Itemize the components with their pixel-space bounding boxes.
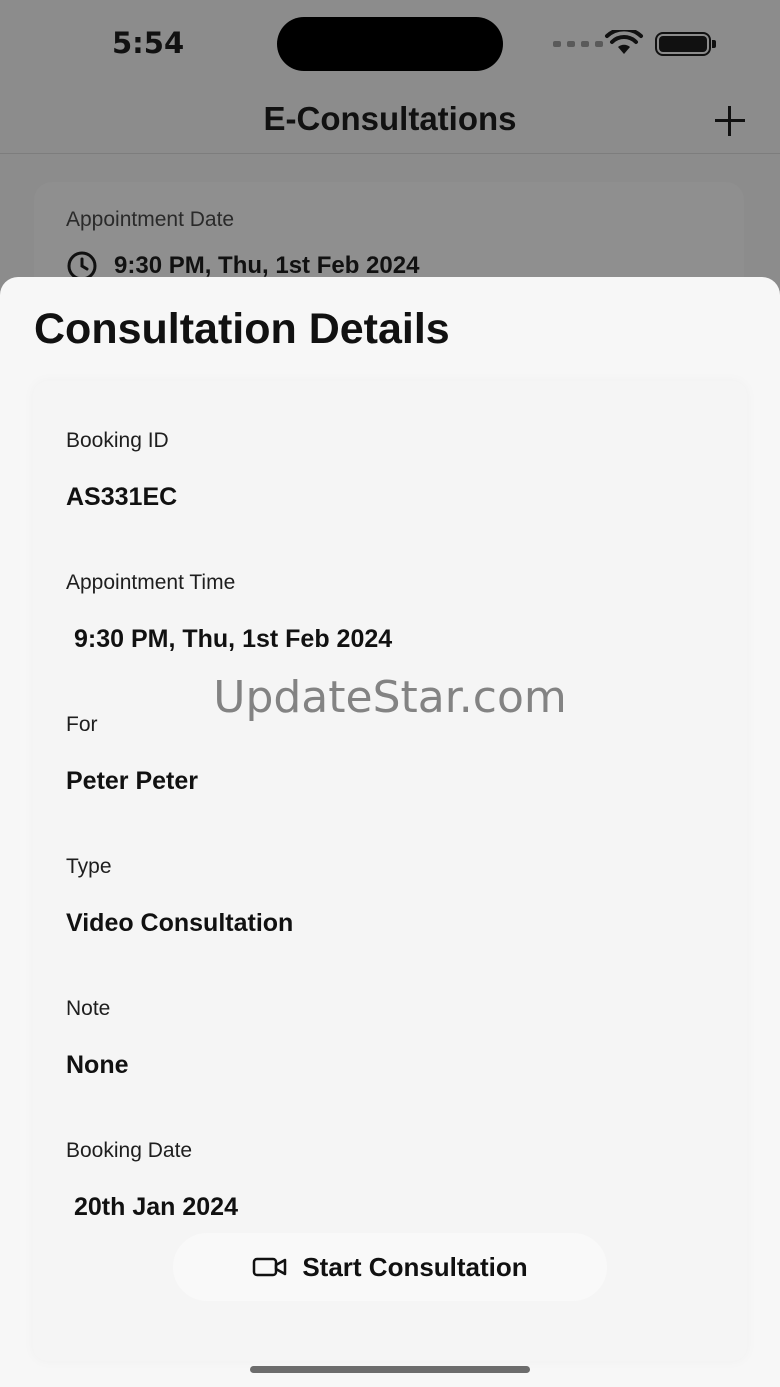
sheet-title: Consultation Details — [34, 305, 450, 353]
booking-date-label: Booking Date — [66, 1139, 193, 1162]
wifi-icon — [605, 30, 643, 54]
note-value: None — [66, 1051, 129, 1079]
booking-id-label: Booking ID — [66, 429, 169, 452]
battery-icon — [655, 32, 716, 56]
dynamic-island — [277, 17, 503, 71]
appointment-time-label: Appointment Time — [66, 571, 236, 594]
plus-icon[interactable] — [713, 104, 747, 138]
appointment-date-value: 9:30 PM, Thu, 1st Feb 2024 — [114, 252, 420, 279]
type-value: Video Consultation — [66, 909, 294, 937]
video-camera-icon — [253, 1257, 287, 1277]
type-label: Type — [66, 855, 112, 878]
home-indicator[interactable] — [250, 1366, 530, 1373]
booking-date-value: 20th Jan 2024 — [74, 1193, 238, 1221]
appointment-date-label: Appointment Date — [66, 208, 235, 231]
watermark: UpdateStar.com — [213, 672, 567, 723]
page-title: E-Consultations — [263, 100, 517, 137]
note-label: Note — [66, 997, 111, 1020]
navigation-bar: E-Consultations — [0, 90, 780, 154]
status-time: 5:54 — [112, 26, 185, 60]
cellular-signal-icon — [553, 41, 603, 47]
appointment-time-value: 9:30 PM, Thu, 1st Feb 2024 — [74, 625, 393, 653]
start-consultation-label: Start Consultation — [302, 1251, 528, 1282]
booking-id-value: AS331EC — [66, 483, 178, 511]
start-consultation-button[interactable]: Start Consultation — [173, 1233, 607, 1301]
consultation-details-sheet: Consultation Details Booking ID AS331EC … — [0, 277, 780, 1387]
status-bar: 5:54 — [0, 0, 780, 90]
details-card: Booking ID AS331EC Appointment Time 9:30… — [33, 381, 747, 1361]
for-value: Peter Peter — [66, 767, 199, 795]
